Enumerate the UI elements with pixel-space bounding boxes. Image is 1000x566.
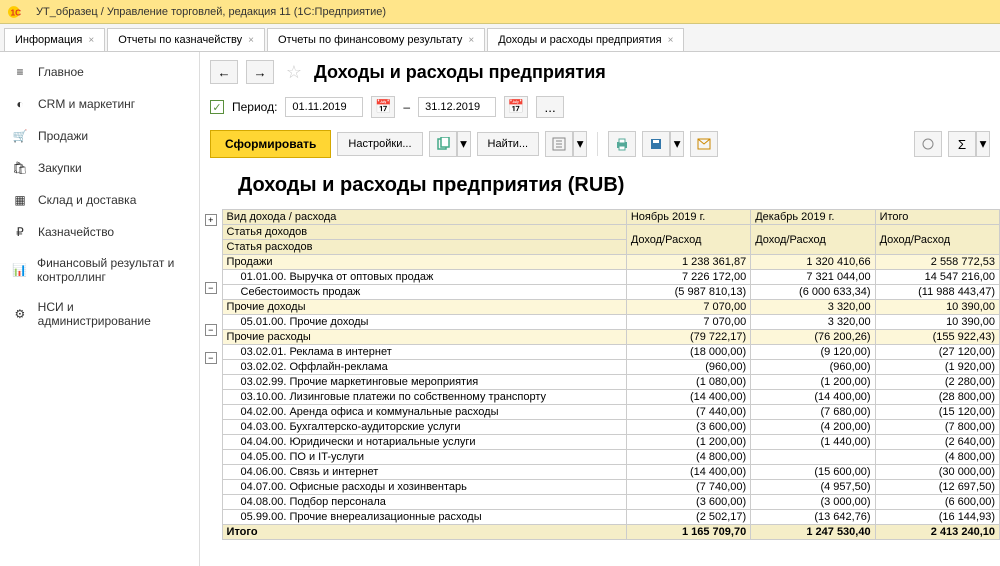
page-title: Доходы и расходы предприятия (314, 62, 606, 83)
header-total: Итого (875, 210, 999, 225)
tree-collapse[interactable]: − (205, 324, 217, 336)
find-button[interactable]: Найти... (477, 132, 540, 156)
email-button[interactable] (690, 131, 718, 157)
calendar-from-button[interactable]: 📅 (371, 96, 395, 118)
table-row[interactable]: 04.06.00. Связь и интернет(14 400,00)(15… (222, 465, 999, 480)
period-checkbox[interactable]: ✓ (210, 100, 224, 114)
pie-icon: ◐ (12, 96, 28, 112)
tab-treasury-reports[interactable]: Отчеты по казначейству× (107, 28, 265, 51)
expand-menu-button[interactable]: ▾ (545, 131, 587, 157)
window-title: УТ_образец / Управление торговлей, редак… (36, 6, 386, 18)
table-row[interactable]: 04.08.00. Подбор персонала(3 600,00)(3 0… (222, 495, 999, 510)
table-row[interactable]: Себестоимость продаж(5 987 810,13)(6 000… (222, 285, 999, 300)
table-row[interactable]: Прочие расходы(79 722,17)(76 200,26)(155… (222, 330, 999, 345)
sum-icon: Σ (948, 131, 976, 157)
gear-icon: ⚙ (12, 306, 28, 322)
cart-icon: 🛒 (12, 128, 28, 144)
basket-icon: 🛍 (12, 160, 28, 176)
table-row[interactable]: 03.02.02. Оффлайн-реклама(960,00)(960,00… (222, 360, 999, 375)
tree-gutter: + − − − (200, 209, 222, 540)
variants-button[interactable] (914, 131, 942, 157)
sidebar-item-sales[interactable]: 🛒Продажи (0, 120, 199, 152)
period-more-button[interactable]: ... (536, 96, 564, 118)
header-dec: Декабрь 2019 г. (751, 210, 875, 225)
close-icon[interactable]: × (468, 35, 474, 46)
titlebar: 1C УТ_образец / Управление торговлей, ре… (0, 0, 1000, 24)
chevron-down-icon: ▾ (457, 131, 471, 157)
table-row[interactable]: 03.02.99. Прочие маркетинговые мероприят… (222, 375, 999, 390)
table-row[interactable]: 05.01.00. Прочие доходы7 070,003 320,001… (222, 315, 999, 330)
boxes-icon: ▦ (12, 192, 28, 208)
table-row[interactable]: 03.10.00. Лизинговые платежи по собствен… (222, 390, 999, 405)
table-row[interactable]: Продажи1 238 361,871 320 410,662 558 772… (222, 255, 999, 270)
header-nov: Ноябрь 2019 г. (626, 210, 750, 225)
sidebar-item-purchases[interactable]: 🛍Закупки (0, 152, 199, 184)
table-row[interactable]: 04.07.00. Офисные расходы и хозинвентарь… (222, 480, 999, 495)
sum-menu-button[interactable]: Σ▾ (948, 131, 990, 157)
chevron-down-icon: ▾ (976, 131, 990, 157)
table-row[interactable]: 04.03.00. Бухгалтерско-аудиторские услуг… (222, 420, 999, 435)
content: ← → ☆ Доходы и расходы предприятия ✓ Пер… (200, 52, 1000, 566)
back-button[interactable]: ← (210, 60, 238, 84)
tree-collapse[interactable]: − (205, 282, 217, 294)
chart-icon: 📊 (12, 262, 27, 278)
star-icon[interactable]: ☆ (282, 60, 306, 84)
sidebar-item-crm[interactable]: ◐CRM и маркетинг (0, 88, 199, 120)
save-icon (642, 131, 670, 157)
print-button[interactable] (608, 131, 636, 157)
sidebar-item-warehouse[interactable]: ▦Склад и доставка (0, 184, 199, 216)
copy-icon (429, 131, 457, 157)
chevron-down-icon: ▾ (573, 131, 587, 157)
sidebar-item-nsi[interactable]: ⚙НСИ и администрирование (0, 292, 199, 336)
period-label: Период: (232, 100, 277, 114)
table-row[interactable]: 04.05.00. ПО и IT-услуги(4 800,00)(4 800… (222, 450, 999, 465)
table-row[interactable]: 03.02.01. Реклама в интернет(18 000,00)(… (222, 345, 999, 360)
table-row[interactable]: 04.04.00. Юридически и нотариальные услу… (222, 435, 999, 450)
report-table: Вид дохода / расходаНоябрь 2019 г.Декабр… (222, 209, 1000, 540)
sidebar-item-main[interactable]: ≡Главное (0, 56, 199, 88)
table-row[interactable]: Прочие доходы7 070,003 320,0010 390,00 (222, 300, 999, 315)
logo-1c: 1C (8, 4, 28, 20)
tabbar: Информация× Отчеты по казначейству× Отче… (0, 24, 1000, 52)
chevron-down-icon: ▾ (670, 131, 684, 157)
table-row[interactable]: Итого1 165 709,701 247 530,402 413 240,1… (222, 525, 999, 540)
close-icon[interactable]: × (88, 35, 94, 46)
table-row[interactable]: 05.99.00. Прочие внереализационные расхо… (222, 510, 999, 525)
menu-icon: ≡ (12, 64, 28, 80)
sidebar: ≡Главное ◐CRM и маркетинг 🛒Продажи 🛍Заку… (0, 52, 200, 566)
ruble-icon: ₽ (12, 224, 28, 240)
save-menu-button[interactable]: ▾ (642, 131, 684, 157)
svg-text:1C: 1C (11, 7, 22, 17)
tab-income-expenses[interactable]: Доходы и расходы предприятия× (487, 28, 684, 51)
header-name: Вид дохода / расхода (222, 210, 626, 225)
table-row[interactable]: 01.01.00. Выручка от оптовых продаж7 226… (222, 270, 999, 285)
tree-expand-all[interactable]: + (205, 214, 217, 226)
close-icon[interactable]: × (248, 35, 254, 46)
forward-button[interactable]: → (246, 60, 274, 84)
sidebar-item-treasury[interactable]: ₽Казначейство (0, 216, 199, 248)
copy-menu-button[interactable]: ▾ (429, 131, 471, 157)
sidebar-item-finance[interactable]: 📊Финансовый результат и контроллинг (0, 248, 199, 292)
date-from-input[interactable] (285, 97, 363, 117)
settings-button[interactable]: Настройки... (337, 132, 422, 156)
tree-collapse[interactable]: − (205, 352, 217, 364)
report-title: Доходы и расходы предприятия (RUB) (200, 166, 1000, 209)
date-to-input[interactable] (418, 97, 496, 117)
calendar-to-button[interactable]: 📅 (504, 96, 528, 118)
expand-icon (545, 131, 573, 157)
table-row[interactable]: 04.02.00. Аренда офиса и коммунальные ра… (222, 405, 999, 420)
run-button[interactable]: Сформировать (210, 130, 331, 158)
tab-finance-reports[interactable]: Отчеты по финансовому результату× (267, 28, 485, 51)
close-icon[interactable]: × (668, 35, 674, 46)
tab-info[interactable]: Информация× (4, 28, 105, 51)
